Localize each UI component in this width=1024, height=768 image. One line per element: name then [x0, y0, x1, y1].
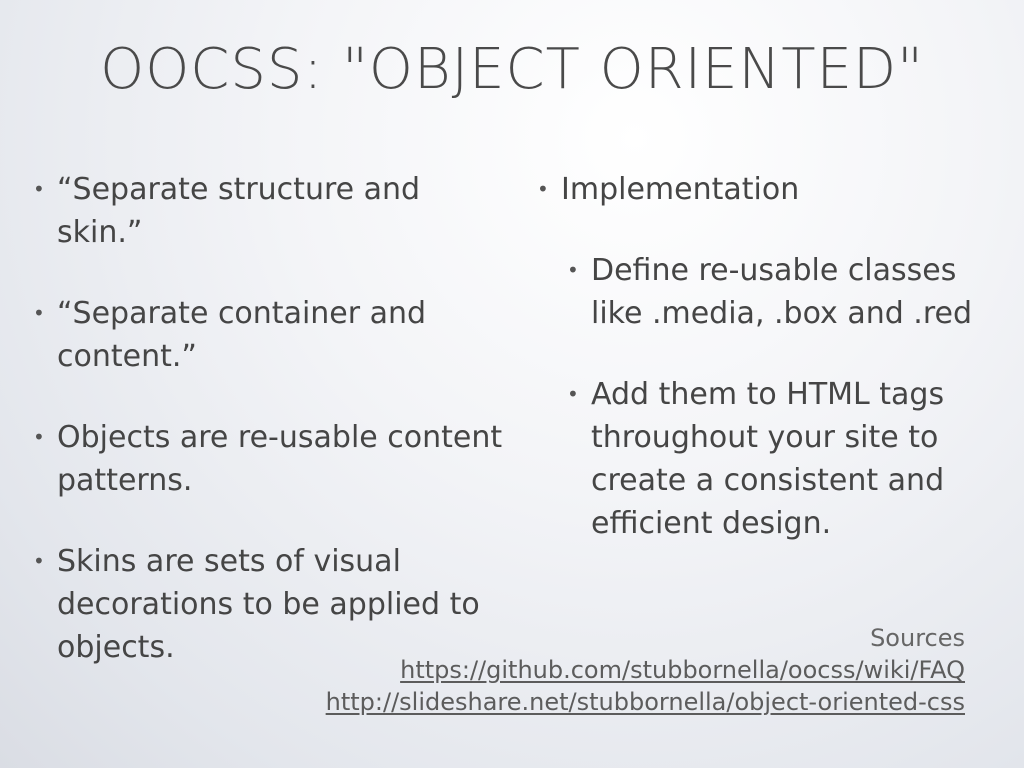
sub-bullet-item: • Add them to HTML tags throughout your … [567, 373, 977, 545]
bullet-item: • “Separate structure and skin.” [33, 168, 503, 254]
bullet-icon: • [537, 177, 549, 201]
right-bullet-list: • Implementation • Define re-usable clas… [537, 168, 977, 583]
bullet-icon: • [567, 258, 579, 282]
bullet-text: Implementation [561, 172, 800, 207]
sub-bullet-item: • Define re-usable classes like .media, … [567, 249, 977, 335]
bullet-text: “Separate structure and skin.” [57, 172, 421, 250]
bullet-text: Define re-usable classes like .media, .b… [591, 253, 973, 331]
bullet-item: • “Separate container and content.” [33, 292, 503, 378]
bullet-icon: • [33, 549, 45, 573]
bullet-icon: • [33, 301, 45, 325]
bullet-item-implementation: • Implementation [537, 168, 977, 211]
bullet-text: “Separate container and content.” [57, 296, 427, 374]
bullet-icon: • [33, 177, 45, 201]
sources-block: Sources https://github.com/stubbornella/… [326, 622, 965, 718]
bullet-text: Add them to HTML tags throughout your si… [591, 377, 945, 541]
bullet-icon: • [33, 425, 45, 449]
slide-title: OOCSS: "OBJECT ORIENTED" [100, 37, 924, 102]
bullet-item: • Objects are re-usable content patterns… [33, 416, 503, 502]
source-link-github[interactable]: https://github.com/stubbornella/oocss/wi… [326, 654, 965, 686]
slide: OOCSS: "OBJECT ORIENTED" • “Separate str… [0, 0, 1024, 768]
bullet-text: Objects are re-usable content patterns. [57, 420, 503, 498]
bullet-icon: • [567, 382, 579, 406]
source-link-slideshare[interactable]: http://slideshare.net/stubbornella/objec… [326, 686, 965, 718]
sources-label: Sources [870, 624, 965, 652]
